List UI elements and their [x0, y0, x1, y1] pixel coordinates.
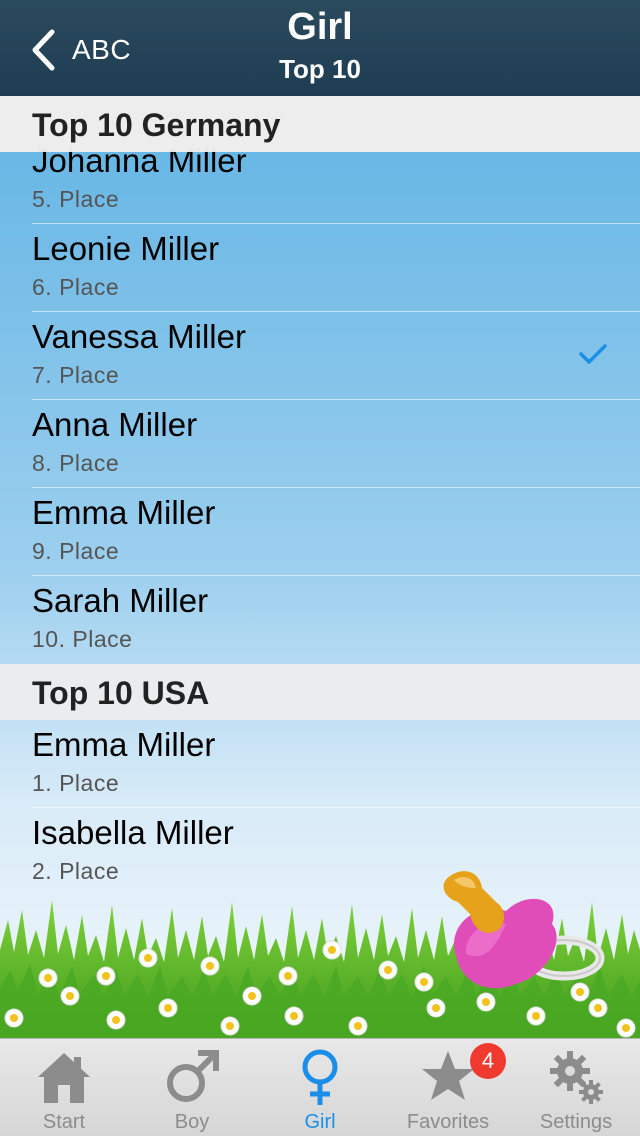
- name-label: Anna Miller: [32, 406, 198, 443]
- page-subtitle: Top 10: [279, 54, 361, 84]
- tab-favorites[interactable]: 4 Favorites: [384, 1039, 512, 1136]
- pacifier-illustration: [443, 871, 605, 989]
- navigation-bar: ABC Girl Top 10: [0, 0, 640, 96]
- section-header-germany-sticky: Top 10 Germany: [0, 96, 640, 152]
- house-icon: [38, 1053, 90, 1103]
- tab-settings-label: Settings: [539, 1111, 613, 1133]
- name-label: Leonie Miller: [32, 230, 220, 267]
- section-header-usa: Top 10 USA: [0, 664, 640, 720]
- name-label: Isabella Miller: [32, 814, 234, 851]
- list-item[interactable]: Anna Miller 8. Place: [0, 400, 640, 488]
- tab-boy[interactable]: Boy: [128, 1039, 256, 1136]
- page-title: Girl: [287, 6, 353, 48]
- favorites-badge: 4: [470, 1043, 506, 1079]
- checkmark-icon: [579, 344, 607, 364]
- tab-favorites-label: Favorites: [406, 1111, 490, 1133]
- place-label: 7. Place: [32, 362, 120, 388]
- male-symbol-icon: [167, 1050, 219, 1102]
- place-label: 1. Place: [32, 770, 120, 796]
- place-label: 8. Place: [32, 450, 120, 476]
- tab-start[interactable]: Start: [0, 1039, 128, 1136]
- tab-boy-label: Boy: [174, 1111, 210, 1133]
- place-label: 5. Place: [32, 186, 120, 212]
- tab-start-label: Start: [42, 1111, 86, 1133]
- name-label: Emma Miller: [32, 494, 216, 531]
- name-label: Sarah Miller: [32, 582, 209, 619]
- list-item[interactable]: Johanna Miller 5. Place: [0, 142, 640, 224]
- list-item[interactable]: Leonie Miller 6. Place: [0, 224, 640, 312]
- gears-icon: [550, 1051, 603, 1104]
- list-item[interactable]: Vanessa Miller 7. Place: [0, 312, 640, 400]
- star-icon: [422, 1051, 474, 1100]
- list-item[interactable]: Emma Miller 9. Place: [0, 488, 640, 576]
- female-symbol-icon: [302, 1049, 338, 1105]
- name-label: Vanessa Miller: [32, 318, 246, 355]
- tab-settings[interactable]: Settings: [512, 1039, 640, 1136]
- list-item[interactable]: Emma Miller 1. Place: [0, 720, 640, 808]
- tab-girl[interactable]: Girl: [256, 1039, 384, 1136]
- tab-girl-label: Girl: [304, 1111, 336, 1133]
- list-item[interactable]: Sarah Miller 10. Place: [0, 576, 640, 664]
- name-label: Emma Miller: [32, 726, 216, 763]
- place-label: 9. Place: [32, 538, 120, 564]
- place-label: 10. Place: [32, 626, 133, 652]
- screen: ABC Girl Top 10 Top 10 Germany Johanna M…: [0, 0, 640, 1136]
- tab-bar: Start Boy Girl 4 Favorites Settings: [0, 1038, 640, 1136]
- place-label: 6. Place: [32, 274, 120, 300]
